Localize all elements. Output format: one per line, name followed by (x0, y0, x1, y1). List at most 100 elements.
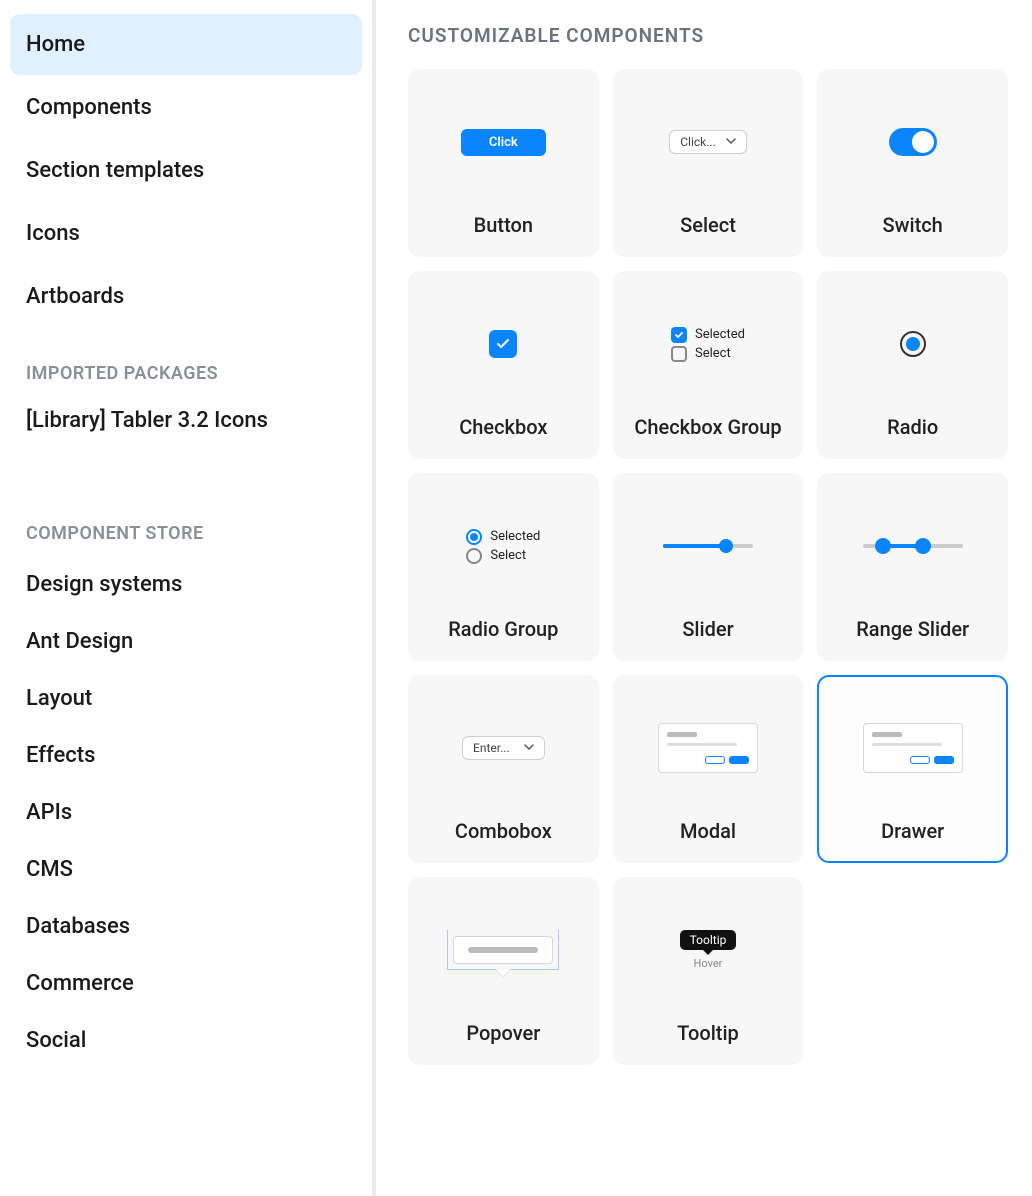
nav-icons[interactable]: Icons (10, 203, 362, 264)
checkbox-group-icon: Selected Select (671, 324, 745, 365)
preview-radio (819, 273, 1006, 415)
popover-icon (453, 936, 553, 964)
drawer-icon (863, 723, 963, 773)
component-card-checkbox[interactable]: Checkbox (408, 271, 599, 459)
card-label: Range Slider (856, 617, 969, 641)
store-label: CMS (26, 857, 73, 882)
component-card-drawer[interactable]: Drawer (817, 675, 1008, 863)
tooltip-bubble: Tooltip (680, 930, 737, 950)
store-ant-design[interactable]: Ant Design (10, 613, 362, 670)
radio-unchecked-icon (466, 548, 482, 564)
preview-tooltip: Tooltip Hover (615, 879, 802, 1021)
store-label: Design systems (26, 572, 182, 597)
component-card-modal[interactable]: Modal (613, 675, 804, 863)
radio-selected-label: Selected (490, 529, 540, 544)
store-apis[interactable]: APIs (10, 784, 362, 841)
radio-unselected-label: Select (490, 548, 526, 563)
card-label: Button (474, 213, 533, 237)
preview-checkbox-group: Selected Select (615, 273, 802, 415)
component-card-combobox[interactable]: Enter... Combobox (408, 675, 599, 863)
tooltip-icon: Tooltip Hover (680, 930, 737, 970)
store-layout[interactable]: Layout (10, 670, 362, 727)
card-label: Combobox (455, 819, 552, 843)
component-card-checkbox-group[interactable]: Selected Select Checkbox Group (613, 271, 804, 459)
store-cms[interactable]: CMS (10, 841, 362, 898)
radio-group-icon: Selected Select (466, 526, 540, 567)
nav-label: Icons (26, 221, 80, 246)
card-label: Radio (887, 415, 938, 439)
nav-label: Components (26, 95, 152, 120)
card-label: Checkbox Group (634, 415, 781, 439)
card-label: Checkbox (459, 415, 547, 439)
store-label: APIs (26, 800, 72, 825)
store-social[interactable]: Social (10, 1012, 362, 1069)
preview-modal (615, 677, 802, 819)
preview-slider (615, 475, 802, 617)
nav-home[interactable]: Home (10, 14, 362, 75)
component-store-heading: COMPONENT STORE (10, 489, 362, 556)
store-databases[interactable]: Databases (10, 898, 362, 955)
nav-artboards[interactable]: Artboards (10, 266, 362, 327)
store-label: Databases (26, 914, 130, 939)
card-label: Slider (682, 617, 733, 641)
component-card-popover[interactable]: Popover (408, 877, 599, 1065)
preview-select-box: Click... (669, 130, 747, 154)
range-slider-icon (863, 544, 963, 548)
tooltip-hover-label: Hover (694, 957, 723, 970)
preview-combobox: Enter... (410, 677, 597, 819)
store-label: Layout (26, 686, 92, 711)
store-label: Effects (26, 743, 95, 768)
combobox-icon: Enter... (462, 736, 545, 760)
component-card-select[interactable]: Click... Select (613, 69, 804, 257)
switch-icon (889, 128, 937, 156)
component-card-button[interactable]: Click Button (408, 69, 599, 257)
preview-popover (410, 879, 597, 1021)
checkbox-checked-icon (671, 327, 687, 343)
preview-select-text: Click... (680, 135, 716, 149)
card-label: Popover (466, 1021, 540, 1045)
card-label: Drawer (881, 819, 944, 843)
card-label: Modal (680, 819, 736, 843)
chevron-down-icon (726, 135, 736, 149)
slider-icon (663, 544, 753, 548)
preview-button: Click (410, 71, 597, 213)
nav-components[interactable]: Components (10, 77, 362, 138)
checkbox-unchecked-icon (671, 346, 687, 362)
modal-icon (658, 723, 758, 773)
radio-icon (900, 331, 926, 357)
preview-button-pill: Click (461, 129, 546, 156)
component-card-range-slider[interactable]: Range Slider (817, 473, 1008, 661)
component-grid: Click Button Click... Select Switch (408, 69, 1008, 1065)
store-label: Ant Design (26, 629, 133, 654)
component-card-tooltip[interactable]: Tooltip Hover Tooltip (613, 877, 804, 1065)
card-label: Select (680, 213, 736, 237)
card-label: Switch (883, 213, 943, 237)
store-label: Social (26, 1028, 86, 1053)
package-tabler-icons[interactable]: [Library] Tabler 3.2 Icons (10, 396, 362, 445)
preview-select: Click... (615, 71, 802, 213)
radio-checked-icon (466, 529, 482, 545)
main-panel: CUSTOMIZABLE COMPONENTS Click Button Cli… (376, 0, 1032, 1196)
package-label: [Library] Tabler 3.2 Icons (26, 408, 268, 433)
store-commerce[interactable]: Commerce (10, 955, 362, 1012)
checkbox-unselected-label: Select (695, 346, 731, 361)
preview-checkbox (410, 273, 597, 415)
component-card-switch[interactable]: Switch (817, 69, 1008, 257)
chevron-down-icon (524, 741, 534, 755)
component-card-slider[interactable]: Slider (613, 473, 804, 661)
checkbox-selected-label: Selected (695, 327, 745, 342)
store-effects[interactable]: Effects (10, 727, 362, 784)
component-card-radio-group[interactable]: Selected Select Radio Group (408, 473, 599, 661)
preview-switch (819, 71, 1006, 213)
preview-radio-group: Selected Select (410, 475, 597, 617)
store-design-systems[interactable]: Design systems (10, 556, 362, 613)
component-card-radio[interactable]: Radio (817, 271, 1008, 459)
nav-section-templates[interactable]: Section templates (10, 140, 362, 201)
card-label: Tooltip (677, 1021, 739, 1045)
nav-label: Section templates (26, 158, 204, 183)
card-label: Radio Group (448, 617, 558, 641)
nav-label: Home (26, 32, 85, 57)
preview-combo-text: Enter... (473, 741, 510, 755)
preview-drawer (819, 677, 1006, 819)
preview-range-slider (819, 475, 1006, 617)
